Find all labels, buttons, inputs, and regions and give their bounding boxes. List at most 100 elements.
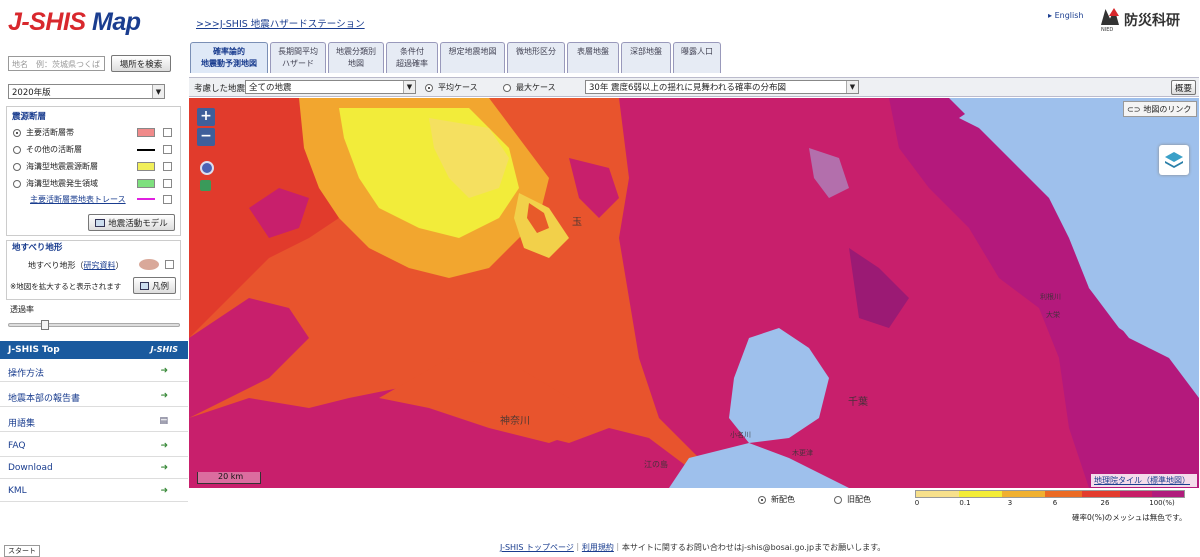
fault-checkbox-0[interactable] <box>163 128 172 137</box>
map-type-value: 30年 震度6弱以上の揺れに見舞われる確率の分布図 <box>589 83 787 93</box>
legend-tick: 0.1 <box>959 499 971 507</box>
overview-button[interactable]: 概要 <box>1171 80 1196 95</box>
landslide-checkbox[interactable] <box>165 260 174 269</box>
legend-tick: 6 <box>1052 499 1058 507</box>
fault-row-2[interactable]: 海溝型地震震源断層 <box>13 161 98 172</box>
start-button[interactable]: スタート <box>4 545 40 557</box>
page-footer: J-SHIS トップページ｜利用規約｜本サイトに関するお問い合わせはj-shis… <box>500 542 885 553</box>
landslide-paren-open: （ <box>75 261 84 270</box>
version-select[interactable]: 2020年版 ▼ <box>8 84 165 99</box>
trace-row[interactable]: 主要活断層帯地表トレース <box>30 194 126 205</box>
fault-row-1[interactable]: その他の活断層 <box>13 144 82 155</box>
map-link-button[interactable]: ⊂⊃ 地図のリンク <box>1123 101 1197 117</box>
fault-swatch-1 <box>137 149 155 151</box>
menu-item-kml[interactable]: KML ➜ <box>0 480 188 502</box>
radio-icon[interactable] <box>13 162 21 171</box>
layers-button[interactable] <box>1159 145 1189 175</box>
legend-bin-6 <box>1151 491 1184 497</box>
nied-name: 防災科研 <box>1124 13 1180 29</box>
fault-row-0[interactable]: 主要活断層帯 <box>13 127 74 138</box>
tab-line2: 超過確率 <box>396 59 428 68</box>
fault-swatch-3 <box>137 179 155 188</box>
zoom-control: + − <box>197 108 215 148</box>
arrow-icon: ➜ <box>160 463 168 473</box>
tile-attribution-link[interactable]: 地理院タイル（標準地図） <box>1091 474 1197 487</box>
legend-button[interactable]: 凡例 <box>133 277 176 294</box>
opacity-slider[interactable] <box>8 320 180 330</box>
legend-bin-3 <box>1044 491 1083 497</box>
menu-item-glossary[interactable]: 用語集 ▤ <box>0 410 188 432</box>
trace-link[interactable]: 主要活断層帯地表トレース <box>30 194 126 205</box>
zoom-out-button[interactable]: − <box>197 128 215 146</box>
station-link[interactable]: >>>J-SHIS 地震ハザードステーション <box>196 16 365 30</box>
menu-item-faq[interactable]: FAQ ➜ <box>0 435 188 457</box>
mean-case-label: 平均ケース <box>438 83 478 92</box>
map-type-select[interactable]: 30年 震度6弱以上の揺れに見舞われる確率の分布図 ▼ <box>585 80 859 94</box>
activity-model-button[interactable]: 地震活動モデル <box>88 214 175 231</box>
map-label: 大栄 <box>1046 311 1060 319</box>
tab-line1: 曝露人口 <box>681 47 713 56</box>
tab-category[interactable]: 地震分類別 地図 <box>328 42 384 73</box>
fault-checkbox-2[interactable] <box>163 162 172 171</box>
locate-icon[interactable] <box>200 161 214 175</box>
fault-swatch-0 <box>137 128 155 137</box>
tab-long-term[interactable]: 長期間平均 ハザード <box>270 42 326 73</box>
old-color-option[interactable]: 旧配色 <box>834 494 871 505</box>
new-color-option[interactable]: 新配色 <box>758 494 795 505</box>
fault-row-3[interactable]: 海溝型地震発生領域 <box>13 178 98 189</box>
tab-probabilistic[interactable]: 確率論的 地震動予測地図 <box>190 42 268 73</box>
radio-icon[interactable] <box>13 128 21 137</box>
place-search-button[interactable]: 場所を検索 <box>111 55 171 72</box>
menu-item-howto[interactable]: 操作方法 ➜ <box>0 360 188 382</box>
tab-line1: 長期間平均 <box>278 47 318 56</box>
map-link-label: 地図のリンク <box>1143 104 1192 114</box>
app-root: J-SHIS Map >>>J-SHIS 地震ハザードステーション Englis… <box>0 0 1200 557</box>
tab-landform[interactable]: 微地形区分 <box>507 42 565 73</box>
tab-line1: 地震分類別 <box>336 47 376 56</box>
top-bar-label: J-SHIS Top <box>8 345 60 355</box>
fault-checkbox-3[interactable] <box>163 179 172 188</box>
map-label: 千葉 <box>848 397 868 408</box>
refresh-icon[interactable] <box>200 180 211 191</box>
radio-icon[interactable] <box>13 145 21 154</box>
legend-icon <box>139 281 149 290</box>
considered-select[interactable]: 全ての地震 ▼ <box>245 80 416 94</box>
menu-label: FAQ <box>8 441 26 451</box>
landslide-title: 地すべり地形 <box>12 243 63 253</box>
map-label: 神奈川 <box>500 416 530 427</box>
legend-tick: 26 <box>1100 499 1110 507</box>
model-button-label: 地震活動モデル <box>108 218 168 229</box>
max-case-option[interactable]: 最大ケース <box>503 82 556 93</box>
zoom-in-button[interactable]: + <box>197 108 215 126</box>
tab-conditional[interactable]: 条件付 超過確率 <box>386 42 438 73</box>
radio-icon[interactable] <box>834 495 842 504</box>
place-search-input[interactable]: 地名 例：茨城県つくば <box>8 56 105 71</box>
map-label: 小名川 <box>730 431 751 439</box>
radio-icon[interactable] <box>503 83 511 92</box>
jshis-map-logo[interactable]: J-SHIS Map <box>8 8 141 37</box>
fault-label: 海溝型地震発生領域 <box>26 179 98 188</box>
jshis-top-bar[interactable]: J-SHIS Top J-SHIS <box>0 341 188 359</box>
menu-item-reports[interactable]: 地震本部の報告書 ➜ <box>0 385 188 407</box>
fault-checkbox-1[interactable] <box>163 145 172 154</box>
trace-checkbox[interactable] <box>163 195 172 204</box>
research-link[interactable]: 研究資料 <box>83 260 115 271</box>
terms-link[interactable]: 利用規約 <box>582 543 614 552</box>
radio-icon[interactable] <box>758 495 766 504</box>
legend-tick: 0 <box>914 499 920 507</box>
radio-icon[interactable] <box>425 83 433 92</box>
nied-sub: NIED <box>1101 27 1114 33</box>
mean-case-option[interactable]: 平均ケース <box>425 82 478 93</box>
radio-icon[interactable] <box>13 179 21 188</box>
top-page-link[interactable]: J-SHIS トップページ <box>500 543 574 552</box>
opacity-slider-handle[interactable] <box>41 320 49 330</box>
nied-logo[interactable]: NIED 防災科研 <box>1101 8 1193 36</box>
tab-deep[interactable]: 深部地盤 <box>621 42 671 73</box>
tab-surface[interactable]: 表層地盤 <box>567 42 619 73</box>
legend-tick: 3 <box>1007 499 1013 507</box>
menu-item-download[interactable]: Download ➜ <box>0 457 188 479</box>
tab-population[interactable]: 曝露人口 <box>673 42 721 73</box>
english-link[interactable]: English <box>1048 11 1084 20</box>
landslide-label: 地すべり地形 <box>28 261 76 270</box>
tab-scenario[interactable]: 想定地震地図 <box>440 42 505 73</box>
